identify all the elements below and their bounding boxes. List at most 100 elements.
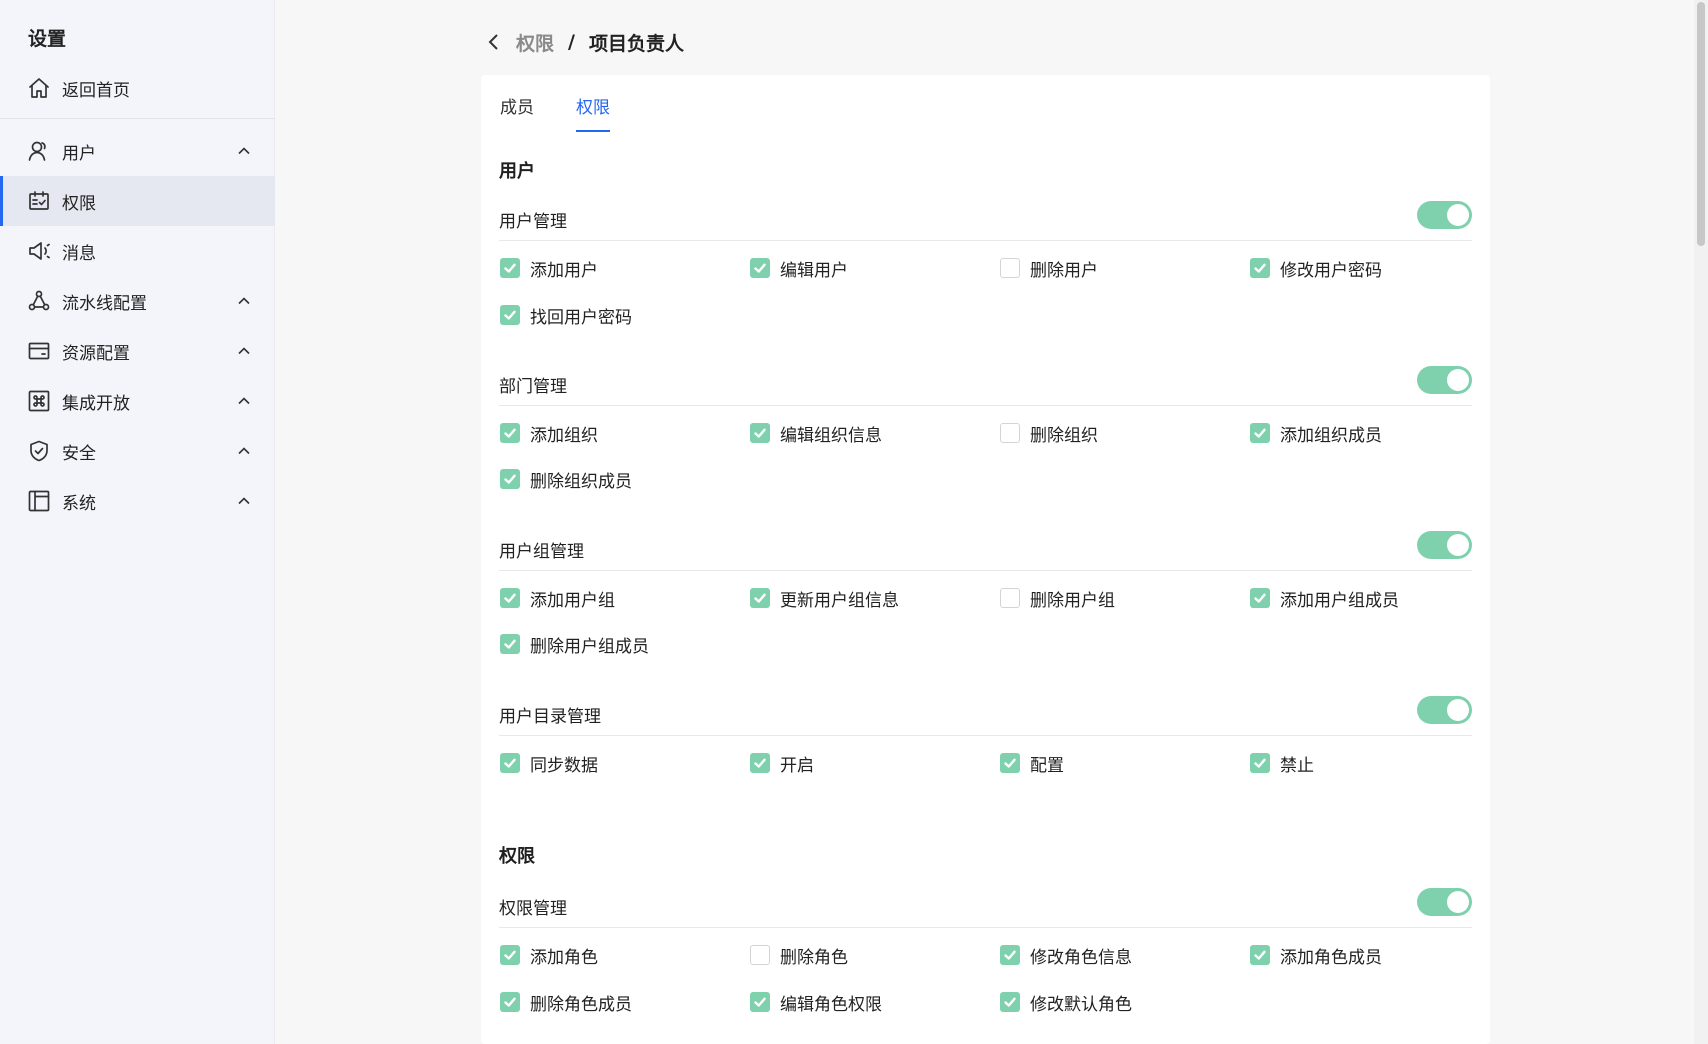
perm-checkbox[interactable]: 添加角色成员 [1250,943,1382,968]
sidebar: 设置 返回首页 用户 权限 消息 流水线配置 资源配置 集成开放 安全 系统 [0,0,275,1044]
checkbox-checked-icon[interactable] [1250,588,1270,608]
perm-checkbox[interactable]: 添加角色 [500,943,598,968]
chevron-up-icon[interactable] [237,443,251,457]
checkbox-checked-icon[interactable] [500,753,520,773]
perm-checkbox[interactable]: 修改用户密码 [1250,256,1382,281]
perm-label: 禁止 [1280,755,1314,776]
sidebar-item-messages[interactable]: 消息 [0,226,275,276]
perm-label: 删除用户组 [1030,590,1115,611]
checkbox-checked-icon[interactable] [500,945,520,965]
sidebar-item-label: 用户 [62,143,96,164]
checkbox-checked-icon[interactable] [1250,258,1270,278]
back-arrow-icon[interactable] [484,32,504,52]
checkbox-checked-icon[interactable] [750,423,770,443]
checkbox-checked-icon[interactable] [1250,945,1270,965]
chevron-up-icon[interactable] [237,143,251,157]
breadcrumb-parent-link[interactable]: 权限 [516,29,554,56]
group-label: 用户管理 [499,212,567,232]
checkbox-checked-icon[interactable] [1000,945,1020,965]
perm-checkbox[interactable]: 添加组织成员 [1250,421,1382,446]
checkbox-checked-icon[interactable] [750,753,770,773]
checkbox-checked-icon[interactable] [500,258,520,278]
group-header-department-management: 部门管理 [499,364,1472,406]
sidebar-item-integration[interactable]: 集成开放 [0,376,275,426]
checkbox-unchecked-icon[interactable] [1000,258,1020,278]
checkbox-checked-icon[interactable] [500,423,520,443]
perm-label: 编辑用户 [780,260,848,281]
perm-label: 修改用户密码 [1280,260,1382,281]
sidebar-item-users[interactable]: 用户 [0,126,275,176]
perm-label: 删除组织 [1030,425,1098,446]
checkbox-checked-icon[interactable] [1000,992,1020,1012]
perm-checkbox[interactable]: 配置 [1000,751,1064,776]
page-title: 项目负责人 [588,32,684,55]
scrollbar-thumb[interactable] [1697,2,1705,246]
checkbox-checked-icon[interactable] [500,634,520,654]
perm-checkbox[interactable]: 编辑组织信息 [750,421,882,446]
chevron-up-icon[interactable] [237,393,251,407]
sidebar-title: 设置 [28,28,67,50]
perm-checkbox[interactable]: 更新用户组信息 [750,586,899,611]
perm-checkbox[interactable]: 禁止 [1250,751,1314,776]
perm-label: 删除角色成员 [530,994,632,1015]
perm-checkbox[interactable]: 修改角色信息 [1000,943,1132,968]
perm-checkbox[interactable]: 开启 [750,751,814,776]
checkbox-unchecked-icon[interactable] [1000,423,1020,443]
perm-checkbox[interactable]: 编辑用户 [750,256,848,281]
settings-page: 设置 返回首页 用户 权限 消息 流水线配置 资源配置 集成开放 安全 系统 权… [0,0,1708,1044]
perm-checkbox[interactable]: 删除组织 [1000,421,1098,446]
chevron-up-icon[interactable] [237,343,251,357]
perm-checkbox[interactable]: 添加组织 [500,421,598,446]
checkbox-checked-icon[interactable] [750,258,770,278]
group-toggle-switch[interactable] [1417,366,1472,394]
back-home-link[interactable]: 返回首页 [0,63,275,113]
perm-checkbox[interactable]: 删除角色成员 [500,990,632,1015]
sidebar-item-resources[interactable]: 资源配置 [0,326,275,376]
sidebar-item-permissions[interactable]: 权限 [0,176,275,226]
tab-permissions[interactable]: 权限 [576,93,610,132]
perm-checkbox[interactable]: 删除用户组成员 [500,632,649,657]
checkbox-checked-icon[interactable] [1000,753,1020,773]
home-icon [27,76,51,100]
checkbox-checked-icon[interactable] [1250,423,1270,443]
checkbox-unchecked-icon[interactable] [750,945,770,965]
perm-checkbox[interactable]: 找回用户密码 [500,303,632,328]
group-toggle-switch[interactable] [1417,531,1472,559]
perm-checkbox[interactable]: 删除组织成员 [500,467,632,492]
checkbox-checked-icon[interactable] [500,992,520,1012]
checkbox-checked-icon[interactable] [500,588,520,608]
perm-checkbox[interactable]: 添加用户 [500,256,598,281]
perm-label: 添加角色成员 [1280,947,1382,968]
page-scrollbar[interactable] [1694,0,1708,1044]
checkbox-checked-icon[interactable] [500,469,520,489]
pipeline-icon [27,289,51,313]
group-header-permission-management: 权限管理 [499,886,1472,928]
group-toggle-switch[interactable] [1417,696,1472,724]
perm-checkbox[interactable]: 删除用户 [1000,256,1098,281]
sidebar-item-system[interactable]: 系统 [0,476,275,526]
perm-checkbox[interactable]: 删除角色 [750,943,848,968]
perm-checkbox[interactable]: 同步数据 [500,751,598,776]
checkbox-checked-icon[interactable] [750,588,770,608]
perm-checkbox[interactable]: 添加用户组成员 [1250,586,1399,611]
checkbox-checked-icon[interactable] [500,305,520,325]
checkbox-unchecked-icon[interactable] [1000,588,1020,608]
perm-label: 修改默认角色 [1030,994,1132,1015]
perm-label: 添加用户组 [530,590,615,611]
chevron-up-icon[interactable] [237,493,251,507]
perm-checkbox[interactable]: 修改默认角色 [1000,990,1132,1015]
chevron-up-icon[interactable] [237,293,251,307]
group-toggle-switch[interactable] [1417,888,1472,916]
sidebar-item-pipeline[interactable]: 流水线配置 [0,276,275,326]
perm-checkbox[interactable]: 编辑角色权限 [750,990,882,1015]
tab-members[interactable]: 成员 [500,93,534,130]
perm-label: 删除用户组成员 [530,636,649,657]
perm-checkbox[interactable]: 添加用户组 [500,586,615,611]
layout-icon [27,489,51,513]
sidebar-divider [0,118,275,119]
checkbox-checked-icon[interactable] [750,992,770,1012]
sidebar-item-security[interactable]: 安全 [0,426,275,476]
group-toggle-switch[interactable] [1417,201,1472,229]
perm-checkbox[interactable]: 删除用户组 [1000,586,1115,611]
checkbox-checked-icon[interactable] [1250,753,1270,773]
